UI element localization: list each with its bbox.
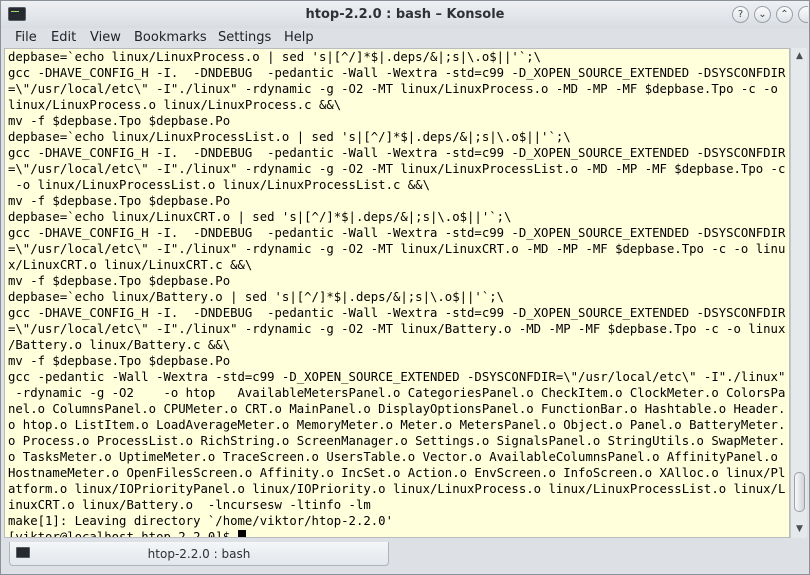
terminal-line: depbase=`echo linux/LinuxProcessList.o |… — [8, 130, 571, 144]
terminal-line: gcc -DHAVE_CONFIG_H -I. -DNDEBUG -pedant… — [8, 146, 786, 160]
terminal-line: depbase=`echo linux/LinuxProcess.o | sed… — [8, 50, 542, 64]
tab-session[interactable]: htop-2.2.0 : bash — [9, 542, 389, 566]
terminal-line: x/LinuxCRT.o linux/LinuxCRT.c &&\ — [8, 258, 253, 272]
terminal-line: =\"/usr/local/etc\" -I"./linux" -rdynami… — [8, 242, 786, 256]
terminal-line: depbase=`echo linux/LinuxCRT.o | sed 's|… — [8, 210, 512, 224]
terminal-line: =\"/usr/local/etc\" -I"./linux" -rdynami… — [8, 322, 786, 336]
terminal-line: HostnameMeter.o OpenFilesScreen.o Affini… — [8, 466, 786, 480]
terminal-line: mv -f $depbase.Tpo $depbase.Po — [8, 114, 231, 128]
title-bar[interactable]: htop-2.2.0 : bash – Konsole ? ⌄ ⌃ — [1, 1, 809, 28]
terminal-scrollbar[interactable]: ▲ ▼ — [790, 48, 807, 538]
terminal-line: o htop.o ListItem.o LoadAverageMeter.o M… — [8, 418, 786, 432]
terminal-line: -rdynamic -g -O2 -o htop AvailableMeters… — [8, 386, 786, 400]
terminal-line: gcc -DHAVE_CONFIG_H -I. -DNDEBUG -pedant… — [8, 226, 786, 240]
window-title: htop-2.2.0 : bash – Konsole — [305, 7, 505, 22]
menu-bookmarks[interactable]: Bookmarks — [134, 30, 207, 45]
terminal-line: atform.o linux/IOPriorityPanel.o linux/I… — [8, 482, 786, 496]
terminal-line: gcc -pedantic -Wall -Wextra -std=c99 -D_… — [8, 370, 786, 384]
terminal-line: -o linux/LinuxProcessList.o linux/LinuxP… — [8, 178, 430, 192]
terminal-line: =\"/usr/local/etc\" -I"./linux" -rdynami… — [8, 162, 786, 176]
terminal-line: /Battery.o linux/Battery.c &&\ — [8, 338, 231, 352]
menu-view[interactable]: View — [90, 30, 121, 45]
menu-edit[interactable]: Edit — [51, 30, 76, 45]
text-cursor — [237, 530, 246, 537]
terminal-line: =\"/usr/local/etc\" -I"./linux" -rdynami… — [8, 82, 778, 96]
terminal-line: make[1]: Leaving directory `/home/viktor… — [8, 514, 393, 528]
terminal-line: gcc -DHAVE_CONFIG_H -I. -DNDEBUG -pedant… — [8, 66, 786, 80]
help-icon[interactable]: ? — [732, 6, 749, 23]
menu-settings[interactable]: Settings — [218, 30, 271, 45]
terminal-line: nel.o ColumnsPanel.o CPUMeter.o CRT.o Ma… — [8, 402, 786, 416]
tab-bar: htop-2.2.0 : bash — [1, 539, 809, 574]
terminal-line: mv -f $depbase.Tpo $depbase.Po — [8, 194, 231, 208]
terminal-line: depbase=`echo linux/Battery.o | sed 's|[… — [8, 290, 505, 304]
terminal-line: inuxCRT.o linux/Battery.o -lncursesw -lt… — [8, 498, 371, 512]
shell-prompt: [viktor@localhost htop-2.2.0]$ — [8, 530, 238, 538]
menu-bar: File Edit View Bookmarks Settings Help — [1, 28, 809, 49]
close-icon[interactable] — [798, 6, 808, 23]
menu-file[interactable]: File — [15, 30, 37, 45]
menu-help[interactable]: Help — [284, 30, 314, 45]
minimize-icon[interactable]: ⌄ — [754, 6, 771, 23]
terminal-line: mv -f $depbase.Tpo $depbase.Po — [8, 354, 231, 368]
terminal-line: mv -f $depbase.Tpo $depbase.Po — [8, 274, 231, 288]
terminal-line: o Process.o ProcessList.o RichString.o S… — [8, 434, 786, 448]
terminal-output[interactable]: depbase=`echo linux/LinuxProcess.o | sed… — [4, 48, 790, 538]
scroll-up-icon[interactable]: ▲ — [792, 49, 807, 63]
shell-prompt-line[interactable]: [viktor@localhost htop-2.2.0]$ — [5, 529, 789, 538]
terminal-line: o TasksMeter.o UptimeMeter.o TraceScreen… — [8, 450, 778, 464]
tab-label: htop-2.2.0 : bash — [147, 547, 251, 561]
scroll-down-icon[interactable]: ▼ — [792, 522, 807, 536]
maximize-icon[interactable]: ⌃ — [776, 6, 793, 23]
konsole-window: htop-2.2.0 : bash – Konsole ? ⌄ ⌃ File E… — [0, 0, 810, 575]
terminal-line: linux/LinuxProcess.o linux/LinuxProcess.… — [8, 98, 342, 112]
terminal-line: gcc -DHAVE_CONFIG_H -I. -DNDEBUG -pedant… — [8, 306, 786, 320]
scrollbar-thumb[interactable] — [794, 472, 805, 512]
